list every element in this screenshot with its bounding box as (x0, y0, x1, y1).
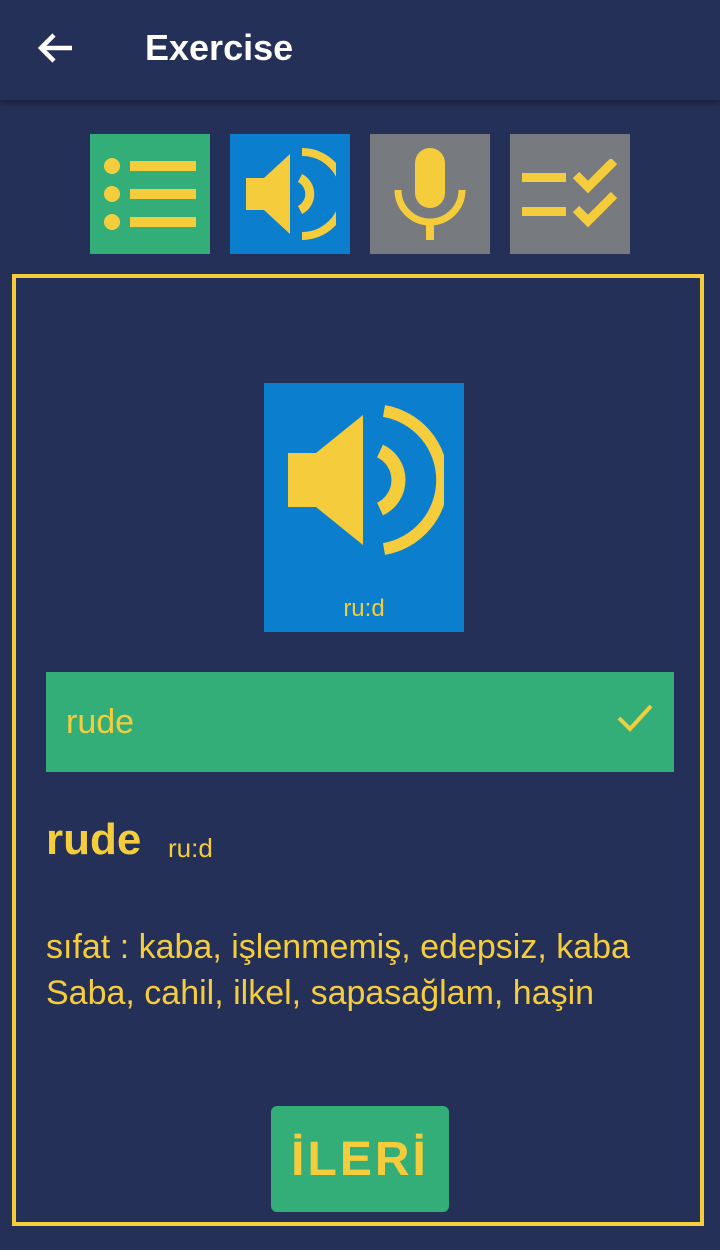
tab-word-list[interactable] (90, 134, 210, 254)
tab-quiz[interactable] (510, 134, 630, 254)
back-button[interactable] (30, 24, 82, 72)
audio-phonetic: ru:d (343, 595, 385, 622)
tab-listening[interactable] (230, 134, 350, 254)
word-meaning: sıfat : kaba, işlenmemiş, edepsiz, kaba … (46, 928, 630, 1012)
answer-text: rude (66, 703, 135, 741)
app-bar: Exercise (0, 0, 720, 100)
word-phonetic: ru:d (168, 833, 213, 863)
word-heading: rude (46, 815, 142, 864)
next-button[interactable]: İLERİ (271, 1106, 449, 1212)
arrow-left-icon (37, 33, 72, 63)
check-icon (617, 704, 653, 732)
list-icon (104, 158, 196, 230)
tab-speaking[interactable] (370, 134, 490, 254)
speaker-icon (246, 148, 336, 240)
audio-play-button[interactable]: ru:d (264, 383, 464, 632)
page-title: Exercise (145, 27, 294, 68)
answer-option[interactable]: rude (46, 672, 674, 772)
exercise-card: ru:d rude rude ru:d sıfat : kaba, işlenm… (12, 274, 704, 1226)
checklist-icon (522, 159, 618, 228)
speaker-icon (288, 405, 444, 555)
mode-tabs (90, 134, 630, 254)
microphone-icon (394, 148, 466, 240)
